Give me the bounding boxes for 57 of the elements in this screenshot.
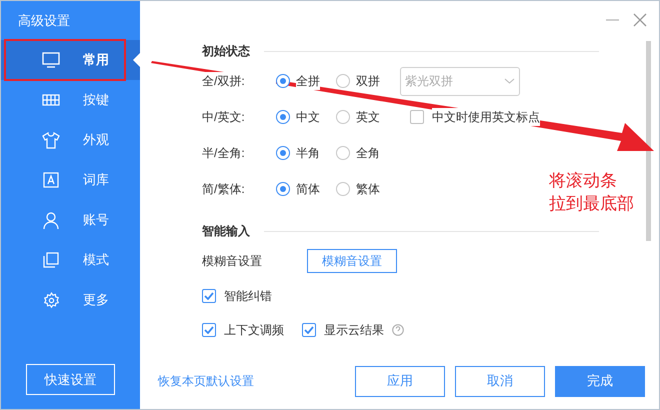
quick-settings-button[interactable]: 快速设置 <box>26 364 115 395</box>
radio-label: 英文 <box>356 108 380 126</box>
sidebar-item[interactable]: 常用 <box>1 40 140 80</box>
sidebar-item[interactable]: 账号 <box>1 200 140 240</box>
annotation-text: 拉到最底部 <box>549 193 634 215</box>
radio-button[interactable] <box>276 74 290 88</box>
sidebar-item[interactable]: 模式 <box>1 240 140 280</box>
radio-button[interactable] <box>276 110 290 124</box>
annotation-text: 将滚动条 <box>549 170 618 192</box>
checkmark-icon <box>304 326 314 334</box>
sidebar-item[interactable]: 更多 <box>1 280 140 320</box>
minimize-icon[interactable] <box>606 19 619 21</box>
radio-label: 双拼 <box>356 72 380 90</box>
pointer-notch <box>133 53 140 67</box>
chevron-down-icon <box>504 78 515 84</box>
checkbox-label: 显示云结果 <box>324 322 384 339</box>
setting-label: 全/双拼: <box>202 72 276 90</box>
dialog-button[interactable]: 完成 <box>555 366 645 396</box>
sidebar-item[interactable]: 按键 <box>1 80 140 120</box>
section-title: 初始状态 <box>202 43 250 60</box>
copy-icon <box>43 252 59 268</box>
checkmark-icon <box>204 292 214 300</box>
user-icon <box>43 212 59 228</box>
dialog-button[interactable]: 取消 <box>455 366 545 396</box>
radio-label: 全拼 <box>296 72 320 90</box>
radio-button[interactable] <box>336 146 350 160</box>
monitor-icon <box>42 52 60 68</box>
checkbox-label: 智能纠错 <box>224 288 272 305</box>
fuzzy-sound-button[interactable]: 模糊音设置 <box>307 249 397 273</box>
radio-button[interactable] <box>336 74 350 88</box>
radio-label: 简体 <box>296 180 320 198</box>
radio-button[interactable] <box>276 146 290 160</box>
checkbox-label: 中文时使用英文标点 <box>432 108 540 126</box>
setting-label: 模糊音设置 <box>202 253 263 270</box>
sidebar-item[interactable]: 词库 <box>1 160 140 200</box>
checkbox[interactable] <box>202 289 216 303</box>
sidebar-item[interactable]: 外观 <box>1 120 140 160</box>
radio-label: 繁体 <box>356 180 380 198</box>
window-title: 高级设置 <box>17 12 71 30</box>
close-icon[interactable] <box>633 13 647 27</box>
scrollbar[interactable] <box>646 41 651 241</box>
tshirt-icon <box>42 132 60 148</box>
restore-defaults-link[interactable]: 恢复本页默认设置 <box>158 372 254 390</box>
radio-button[interactable] <box>336 110 350 124</box>
dialog-button[interactable]: 应用 <box>355 366 445 396</box>
checkbox-label: 上下文调频 <box>224 322 284 339</box>
checkmark-icon <box>204 326 214 334</box>
radio-button[interactable] <box>336 182 350 196</box>
checkbox[interactable] <box>302 323 316 337</box>
checkbox[interactable] <box>202 323 216 337</box>
keyboard-icon <box>42 94 60 106</box>
gear-icon <box>42 292 60 308</box>
radio-button[interactable] <box>276 182 290 196</box>
section-title: 智能输入 <box>202 223 250 240</box>
help-icon[interactable] <box>392 324 404 336</box>
checkbox[interactable] <box>410 110 424 124</box>
letter-a-icon <box>43 172 59 188</box>
